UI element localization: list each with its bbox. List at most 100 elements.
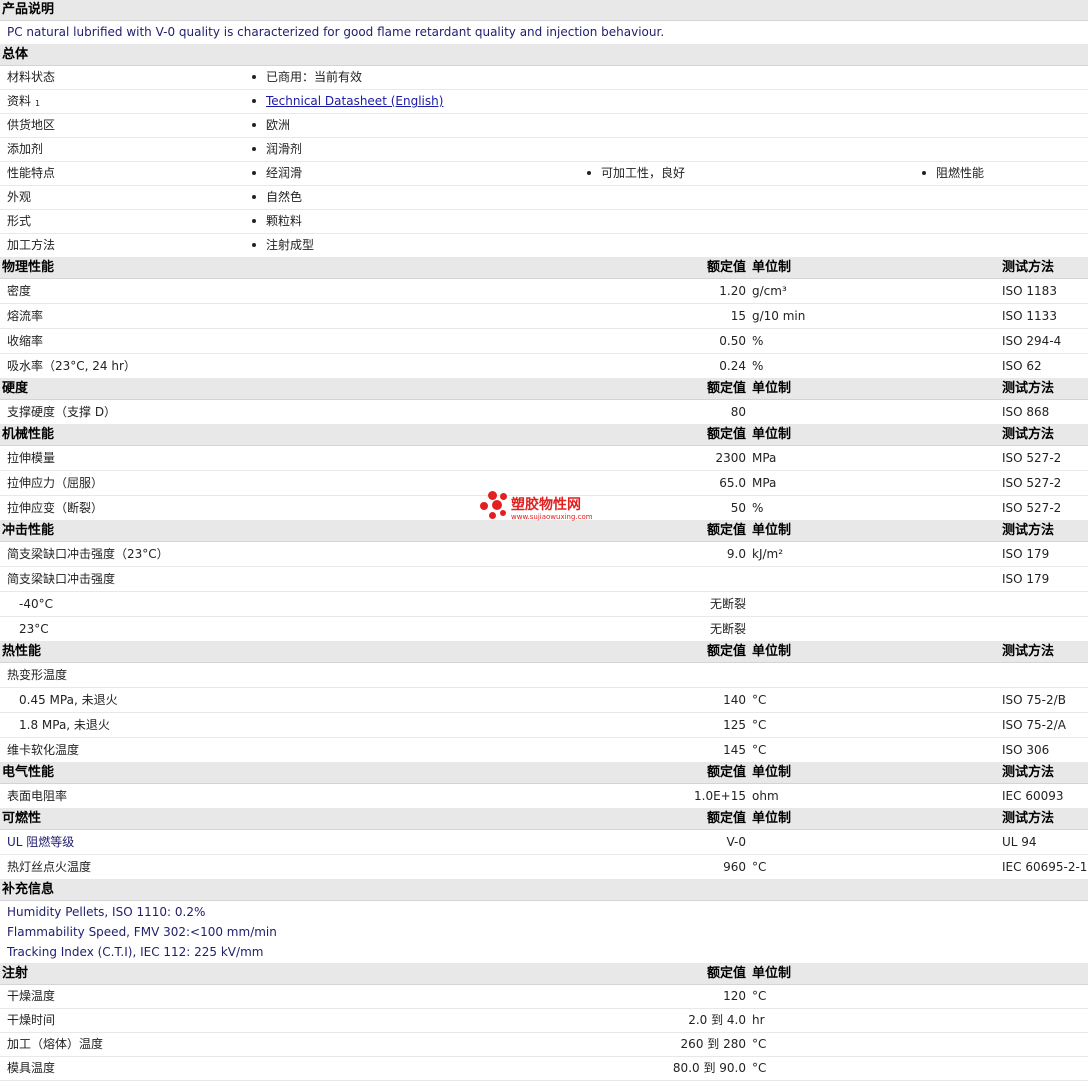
property-unit: g/cm³ <box>752 284 787 298</box>
general-row: 形式 颗粒料 <box>0 210 1088 234</box>
property-unit: °C <box>752 743 767 757</box>
note-item: Humidity Pellets, ISO 1110: 0.2% <box>7 905 206 919</box>
property-value: 125 <box>723 718 746 732</box>
bullet-item: 已商用：当前有效 <box>252 66 362 89</box>
bullet-item: 颗粒料 <box>252 210 302 233</box>
column-header-test: 测试方法 <box>1002 811 1055 826</box>
watermark-url: www.sujiaowuxing.com <box>511 513 593 521</box>
general-row: 供货地区 欧洲 <box>0 114 1088 138</box>
column-header-value: 额定值 <box>706 427 746 442</box>
property-label: 简支梁缺口冲击强度（23°C） <box>7 547 169 561</box>
bullet-item: 自然色 <box>252 186 302 209</box>
bullet-text: 阻燃性能 <box>936 166 985 180</box>
property-row: 收缩率 0.50% ISO 294-4 <box>0 329 1088 354</box>
section-header-flammability: 可燃性 额定值 单位制 测试方法 <box>0 809 1088 830</box>
property-unit: MPa <box>752 451 777 465</box>
general-row: 材料状态 已商用：当前有效 <box>0 66 1088 90</box>
bullet-item: 经润滑 <box>252 162 302 185</box>
property-label: UL 阻燃等级 <box>7 835 75 849</box>
section-header-general: 总体 <box>0 45 1088 66</box>
column-header-unit: 单位制 <box>752 523 792 538</box>
section-title: 硬度 <box>2 381 29 396</box>
property-unit: kJ/m² <box>752 547 784 561</box>
test-method: ISO 62 <box>1002 359 1042 373</box>
bullet-icon <box>252 194 256 199</box>
column-header-test: 测试方法 <box>1002 381 1055 396</box>
property-value: 65.0 <box>719 476 746 490</box>
bullet-icon <box>252 242 256 247</box>
column-header-test: 测试方法 <box>1002 260 1055 275</box>
property-value: 140 <box>723 693 746 707</box>
property-row: 表面电阻率 1.0E+15 ohm IEC 60093 <box>0 784 1088 809</box>
bullet-item: Technical Datasheet (English) <box>252 90 443 113</box>
property-unit: °C <box>752 1061 767 1075</box>
property-value: 50 <box>730 501 746 515</box>
column-header-unit: 单位制 <box>752 644 792 659</box>
property-label: 干燥温度 <box>7 989 56 1003</box>
datasheet-link[interactable]: Technical Datasheet (English) <box>266 94 443 108</box>
general-row: 外观 自然色 <box>0 186 1088 210</box>
property-label: 23°C <box>19 622 49 636</box>
property-unit: g/10 min <box>752 309 806 323</box>
column-header-unit: 单位制 <box>752 765 792 780</box>
note-item: Flammability Speed, FMV 302:<100 mm/min <box>7 925 277 939</box>
property-label: 支撑硬度（支撑 D） <box>7 405 117 419</box>
bullet-text: 润滑剂 <box>266 142 303 156</box>
property-row: 密度 1.20 g/cm³ ISO 1183 <box>0 279 1088 304</box>
section-title: 产品说明 <box>2 2 55 17</box>
section-header-hardness: 硬度 额定值 单位制 测试方法 <box>0 379 1088 400</box>
property-row: 热变形温度 <box>0 663 1088 688</box>
test-method: ISO 75-2/A <box>1002 718 1066 732</box>
bullet-text: 已商用：当前有效 <box>266 70 363 84</box>
general-row: 添加剂 润滑剂 <box>0 138 1088 162</box>
column-header-unit: 单位制 <box>752 811 792 826</box>
property-row: 1.8 MPa, 未退火 125 °C ISO 75-2/A <box>0 713 1088 738</box>
bullet-icon <box>252 122 256 127</box>
property-label: 表面电阻率 <box>7 789 68 803</box>
column-header-value: 额定值 <box>706 811 746 826</box>
property-row: 简支梁缺口冲击强度（23°C） 9.0 kJ/m² ISO 179 <box>0 542 1088 567</box>
test-method: UL 94 <box>1002 835 1037 849</box>
property-label: 热灯丝点火温度 <box>7 860 92 874</box>
note-item: Tracking Index (C.T.I), IEC 112: 225 kV/… <box>7 945 264 959</box>
property-value: V-0 <box>726 835 746 849</box>
column-header-value: 额定值 <box>706 966 746 981</box>
section-title: 热性能 <box>2 644 42 659</box>
bullet-item: 可加工性，良好 <box>587 162 685 185</box>
row-label: 性能特点 <box>7 166 56 180</box>
property-unit: °C <box>752 1037 767 1051</box>
property-label: 0.45 MPa, 未退火 <box>19 693 118 707</box>
property-unit: ohm <box>752 789 779 803</box>
property-row: 拉伸模量 2300 MPa ISO 527-2 <box>0 446 1088 471</box>
property-row: UL 阻燃等级 V-0 UL 94 <box>0 830 1088 855</box>
property-value: 145 <box>723 743 746 757</box>
property-row: 23°C 无断裂 <box>0 617 1088 642</box>
property-sections: 物理性能 额定值 单位制 测试方法 密度 1.20 g/cm³ ISO 1183 熔流率 15 g/… <box>0 258 1088 880</box>
property-unit: % <box>752 359 764 373</box>
property-unit: % <box>752 334 764 348</box>
injection-row: 干燥时间 2.0 到 4.0 hr <box>0 1009 1088 1033</box>
property-row: 熔流率 15 g/10 min ISO 1133 <box>0 304 1088 329</box>
property-row: 0.45 MPa, 未退火 140 °C ISO 75-2/B <box>0 688 1088 713</box>
property-label: 拉伸应变（断裂） <box>7 501 104 515</box>
property-row: 简支梁缺口冲击强度 ISO 179 <box>0 567 1088 592</box>
property-row: 维卡软化温度 145 °C ISO 306 <box>0 738 1088 763</box>
property-unit: MPa <box>752 476 777 490</box>
test-method: ISO 868 <box>1002 405 1050 419</box>
test-method: ISO 75-2/B <box>1002 693 1066 707</box>
column-header-value: 额定值 <box>706 260 746 275</box>
bullet-icon <box>252 218 256 223</box>
bullet-icon <box>252 74 256 79</box>
property-row: 支撑硬度（支撑 D） 80 ISO 868 <box>0 400 1088 425</box>
section-title: 总体 <box>2 47 29 62</box>
bullet-item: 注射成型 <box>252 234 314 257</box>
property-label: 吸水率（23°C, 24 hr） <box>7 359 136 373</box>
test-method: ISO 527-2 <box>1002 476 1062 490</box>
property-row: 热灯丝点火温度 960 °C IEC 60695-2-13 <box>0 855 1088 880</box>
property-label: 收缩率 <box>7 334 44 348</box>
bullet-text: 注射成型 <box>266 238 315 252</box>
datasheet: 产品说明 PC natural lubrified with V-0 quali… <box>0 0 1088 1081</box>
bullet-text: 颗粒料 <box>266 214 303 228</box>
injection-section: 注射 额定值 单位制 干燥温度 120 °C 干燥时间 2.0 到 4.0 hr 加工（熔体）温度… <box>0 964 1088 1081</box>
section-title: 注射 <box>2 966 29 981</box>
